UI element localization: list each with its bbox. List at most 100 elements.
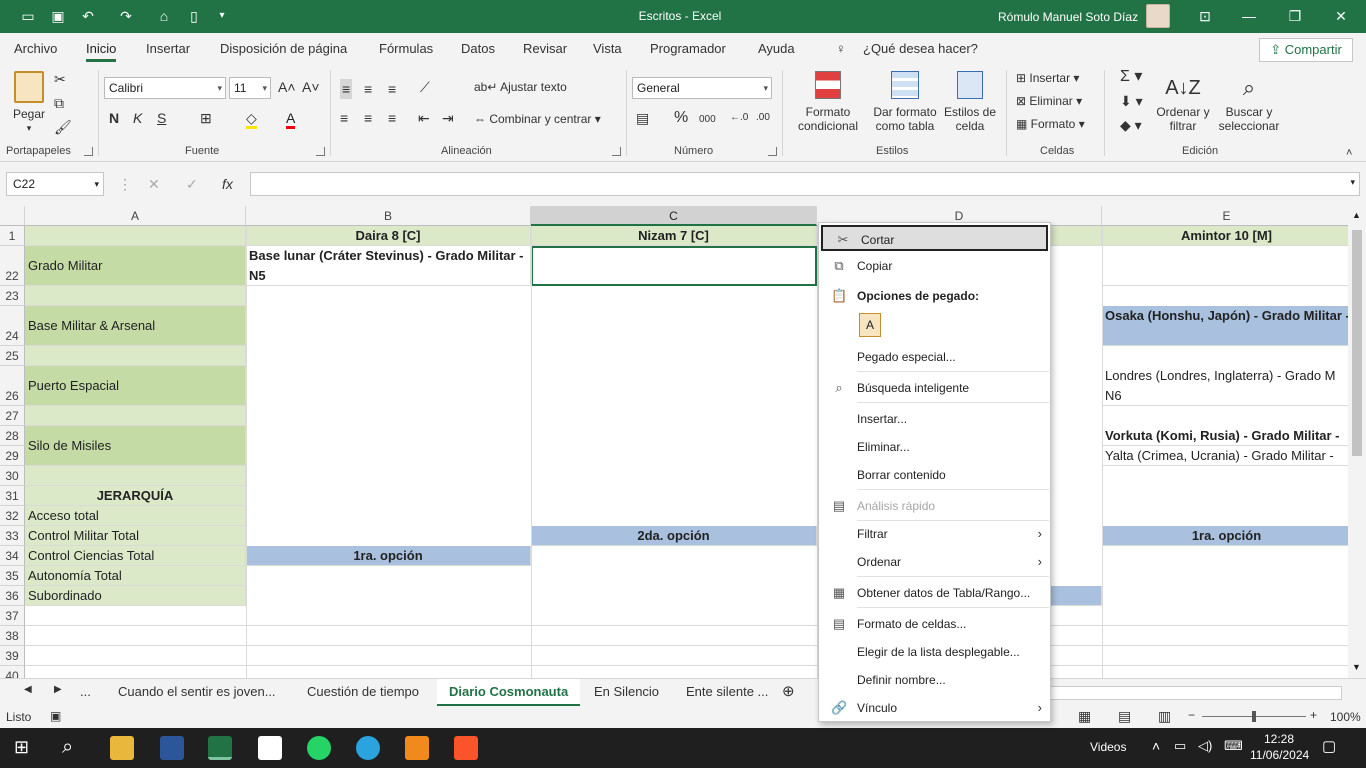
tray-chevron-icon[interactable]: ˄ [1152, 738, 1160, 754]
align-bottom-icon[interactable]: ≡ [388, 81, 396, 97]
close-icon[interactable]: ✕ [1330, 6, 1352, 26]
accounting-icon[interactable]: ▤ [636, 110, 649, 126]
clock-time[interactable]: 12:28 [1264, 732, 1294, 746]
row-header[interactable]: 25 [0, 346, 25, 366]
page-layout-icon[interactable]: ▤ [1118, 708, 1131, 725]
customize-qat-icon[interactable]: ▾ [214, 8, 230, 24]
row-header[interactable]: 29 [0, 446, 25, 466]
whatsapp-icon[interactable] [307, 736, 331, 760]
paste-button[interactable]: Pegar ▾ [12, 71, 46, 141]
sheet-tab[interactable]: Cuando el sentir es joven... [118, 684, 276, 699]
align-right-icon[interactable]: ≡ [388, 110, 396, 126]
find-select-button[interactable]: ⌕ Buscar y seleccionar [1212, 71, 1286, 133]
increase-decimal-icon[interactable]: ←.0 [730, 110, 748, 126]
word-icon[interactable] [160, 736, 184, 760]
row-header[interactable]: 32 [0, 506, 25, 526]
row-header[interactable]: 37 [0, 606, 25, 626]
scroll-up-icon[interactable]: ▲ [1352, 210, 1361, 220]
autosave-icon[interactable]: ▭ [20, 8, 36, 24]
increase-indent-icon[interactable]: ⇥ [442, 110, 454, 126]
row-header[interactable]: 33 [0, 526, 25, 546]
column-header-c[interactable]: C [531, 206, 817, 226]
row-header[interactable]: 26 [0, 366, 25, 406]
decrease-decimal-icon[interactable]: .00 [756, 110, 770, 126]
cell-c33[interactable]: 2da. opción [531, 526, 817, 546]
tab-formulas[interactable]: Fórmulas [379, 41, 433, 56]
cell-a36[interactable]: Subordinado [25, 586, 246, 606]
prev-sheet-icon[interactable]: ◀ [24, 684, 32, 695]
tab-ayuda[interactable]: Ayuda [758, 41, 795, 56]
column-header-e[interactable]: E [1102, 206, 1348, 226]
cell-b1[interactable]: Daira 8 [C] [246, 226, 531, 246]
format-cells-button[interactable]: ▦ Formato ▾ [1016, 117, 1085, 131]
scroll-down-icon[interactable]: ▼ [1352, 662, 1361, 672]
row-header[interactable]: 38 [0, 626, 25, 646]
menu-item-cut[interactable]: ✂ Cortar [821, 225, 1048, 251]
enter-icon[interactable]: ✓ [186, 176, 198, 192]
paste-keep-format-icon[interactable]: A [859, 313, 881, 337]
cell-e33[interactable]: 1ra. opción [1102, 526, 1348, 546]
autosum-icon[interactable]: Σ ▾ [1120, 69, 1142, 85]
cell-e26[interactable]: Londres (Londres, Inglaterra) - Grado M … [1102, 366, 1348, 406]
row-header[interactable]: 34 [0, 546, 25, 566]
share-button[interactable]: ⇪ Compartir [1259, 38, 1353, 62]
row-header[interactable]: 31 [0, 486, 25, 506]
cell-a32[interactable]: Acceso total [25, 506, 246, 526]
conditional-format-button[interactable]: Formato condicional [788, 71, 868, 133]
wrap-text-button[interactable]: ab↵ Ajustar texto [474, 80, 567, 94]
font-launcher-icon[interactable] [316, 147, 325, 156]
menu-item-format-cells[interactable]: ▤ Formato de celdas... [819, 611, 1050, 637]
cell-e28[interactable]: Vorkuta (Komi, Rusia) - Grado Militar - [1102, 426, 1348, 446]
menu-item-copy[interactable]: ⧉ Copiar [819, 253, 1050, 279]
volume-icon[interactable]: ◁) [1198, 738, 1212, 754]
tab-datos[interactable]: Datos [461, 41, 495, 56]
sheet-tab-more[interactable]: ... [80, 684, 91, 699]
column-header-a[interactable]: A [25, 206, 246, 226]
save-icon[interactable]: ▣ [50, 8, 66, 24]
sheet-tab[interactable]: Ente silente ... [686, 684, 768, 699]
clear-icon[interactable]: ◆ ▾ [1120, 117, 1142, 133]
vlc-icon[interactable] [405, 736, 429, 760]
cell-e22[interactable] [1102, 246, 1348, 286]
row-header[interactable]: 22 [0, 246, 25, 286]
sheet-tab[interactable]: Cuestión de tiempo [307, 684, 419, 699]
row-header[interactable]: 36 [0, 586, 25, 606]
notion-icon[interactable] [258, 736, 282, 760]
scroll-thumb[interactable] [1352, 230, 1362, 456]
bold-button[interactable]: N [109, 110, 119, 126]
row-header[interactable]: 27 [0, 406, 25, 426]
menu-item-dropdown-list[interactable]: Elegir de la lista desplegable... [819, 639, 1050, 665]
undo-icon[interactable]: ↶ [80, 8, 96, 24]
excel-icon[interactable] [208, 736, 232, 760]
cell-e1[interactable]: Amintor 10 [M] [1102, 226, 1348, 246]
row-header[interactable]: 30 [0, 466, 25, 486]
percent-button[interactable]: % [674, 110, 688, 126]
tab-disposicion[interactable]: Disposición de página [220, 41, 347, 56]
cell-a30[interactable] [25, 466, 246, 486]
tab-revisar[interactable]: Revisar [523, 41, 567, 56]
collapse-ribbon-icon[interactable]: ˄ [1346, 145, 1352, 161]
delete-cells-button[interactable]: ⊠ Eliminar ▾ [1016, 94, 1082, 108]
copy-icon[interactable]: ⧉ [54, 95, 64, 111]
menu-item-paste-special[interactable]: Pegado especial... [819, 344, 1050, 370]
tab-insertar[interactable]: Insertar [146, 41, 190, 56]
cell-a28[interactable]: Silo de Misiles [25, 426, 246, 466]
align-middle-icon[interactable]: ≡ [364, 81, 372, 97]
clipboard-launcher-icon[interactable] [84, 147, 93, 156]
normal-view-icon[interactable]: ▦ [1078, 708, 1091, 725]
select-all-corner[interactable] [0, 206, 25, 226]
cell-a22[interactable]: Grado Militar [25, 246, 246, 286]
windows-start-icon[interactable]: ⊞ [14, 737, 29, 758]
alignment-launcher-icon[interactable] [612, 147, 621, 156]
vertical-scrollbar[interactable]: ▲ ▼ [1348, 206, 1366, 678]
cell-a23[interactable] [25, 286, 246, 306]
font-size-combo[interactable]: 11 ▾ [229, 77, 271, 99]
grow-font-icon[interactable]: A˄ [278, 79, 296, 95]
decrease-indent-icon[interactable]: ⇤ [418, 110, 430, 126]
format-as-table-button[interactable]: Dar formato como tabla [868, 71, 942, 133]
sheet-tab[interactable]: En Silencio [594, 684, 659, 699]
brave-icon[interactable] [454, 736, 478, 760]
menu-item-smart-lookup[interactable]: ⌕ Búsqueda inteligente [819, 375, 1050, 401]
cell-e24[interactable]: Osaka (Honshu, Japón) - Grado Militar - [1102, 306, 1348, 346]
macro-record-icon[interactable]: ▣ [50, 709, 61, 723]
